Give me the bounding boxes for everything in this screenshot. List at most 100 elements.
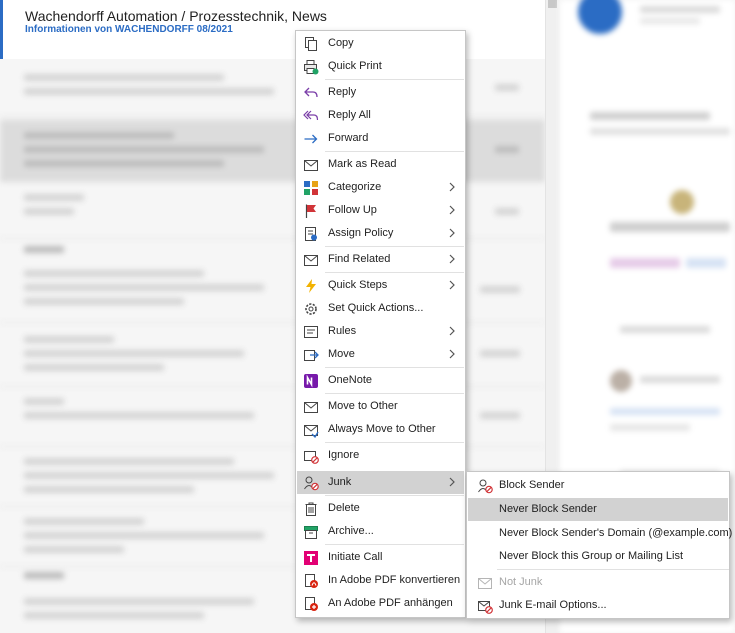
menu-item-archive[interactable]: Archive... — [297, 520, 464, 543]
menu-item-label: Copy — [328, 37, 354, 49]
menu-item-forward[interactable]: Forward — [297, 127, 464, 150]
menu-item-set-quick-actions[interactable]: Set Quick Actions... — [297, 297, 464, 320]
submenu-item-never-block-group[interactable]: Never Block this Group or Mailing List — [468, 545, 728, 568]
scrollbar-thumb[interactable] — [548, 0, 557, 8]
submenu-item-label: Block Sender — [499, 479, 565, 491]
menu-item-label: Delete — [328, 502, 360, 514]
menu-item-label: OneNote — [328, 374, 373, 386]
always-move-to-other-icon — [303, 422, 319, 438]
submenu-item-label: Never Block Sender's Domain (@example.co… — [499, 527, 733, 539]
submenu-item-not-junk: Not Junk — [468, 571, 728, 594]
archive-icon — [303, 524, 319, 540]
menu-item-adobe-pdf-append[interactable]: An Adobe PDF anhängen — [297, 592, 464, 615]
move-icon — [303, 347, 319, 363]
menu-item-label: Move to Other — [328, 400, 398, 412]
menu-item-move-to-other[interactable]: Move to Other — [297, 395, 464, 418]
menu-item-label: Archive... — [328, 525, 374, 537]
submenu-item-label: Junk E-mail Options... — [499, 599, 607, 611]
menu-item-label: Ignore — [328, 449, 360, 461]
menu-item-delete[interactable]: Delete — [297, 497, 464, 520]
not-junk-icon — [477, 575, 493, 591]
menu-item-label: Rules — [328, 325, 357, 337]
mark-as-read-icon — [303, 157, 319, 173]
menu-item-move[interactable]: Move — [297, 343, 464, 366]
menu-item-label: Quick Steps — [328, 279, 388, 291]
adobe-pdf-append-icon — [303, 596, 319, 612]
submenu-item-junk-email-options[interactable]: Junk E-mail Options... — [468, 594, 728, 617]
menu-item-label: Quick Print — [328, 60, 382, 72]
submenu-item-block-sender[interactable]: Block Sender — [468, 474, 728, 497]
junk-submenu: Block Sender Never Block Sender Never Bl… — [466, 471, 732, 619]
menu-item-ignore[interactable]: Ignore — [297, 444, 464, 467]
menu-item-quick-steps[interactable]: Quick Steps — [297, 274, 464, 297]
rules-icon — [303, 324, 319, 340]
menu-item-label: Set Quick Actions... — [328, 302, 424, 314]
find-related-icon — [303, 252, 319, 268]
menu-item-label: Forward — [328, 132, 369, 144]
menu-item-quick-print[interactable]: Quick Print — [297, 55, 464, 78]
submenu-chevron-icon — [449, 228, 455, 238]
submenu-chevron-icon — [449, 349, 455, 359]
submenu-chevron-icon — [449, 254, 455, 264]
delete-icon — [303, 501, 319, 517]
menu-item-assign-policy[interactable]: Assign Policy — [297, 222, 464, 245]
menu-item-label: Assign Policy — [328, 227, 394, 239]
menu-item-find-related[interactable]: Find Related — [297, 248, 464, 271]
menu-item-onenote[interactable]: OneNote — [297, 369, 464, 392]
submenu-chevron-icon — [449, 182, 455, 192]
menu-item-rules[interactable]: Rules — [297, 320, 464, 343]
submenu-item-label: Not Junk — [499, 576, 543, 588]
menu-item-label: Reply — [328, 86, 357, 98]
reply-all-icon — [303, 108, 319, 124]
ignore-icon — [303, 448, 319, 464]
menu-item-categorize[interactable]: Categorize — [297, 176, 464, 199]
menu-item-junk[interactable]: Junk — [297, 471, 464, 494]
reply-icon — [303, 85, 319, 101]
menu-item-label: Move — [328, 348, 355, 360]
menu-item-label: Always Move to Other — [328, 423, 436, 435]
quick-print-icon — [303, 59, 319, 75]
message-subject: Informationen von WACHENDORFF 08/2021 — [25, 24, 233, 35]
menu-item-label: Reply All — [328, 109, 371, 121]
settings-gear-icon — [303, 301, 319, 317]
message-sender: Wachendorff Automation / Prozesstechnik,… — [25, 8, 327, 24]
junk-options-icon — [477, 598, 493, 614]
menu-item-label: Categorize — [328, 181, 382, 193]
junk-icon — [303, 475, 319, 491]
menu-item-always-move-to-other[interactable]: Always Move to Other — [297, 418, 464, 441]
submenu-item-never-block-sender[interactable]: Never Block Sender — [468, 498, 728, 521]
move-to-other-icon — [303, 399, 319, 415]
menu-item-initiate-call[interactable]: Initiate Call — [297, 546, 464, 569]
categorize-icon — [303, 180, 319, 196]
menu-item-label: Junk — [328, 476, 352, 488]
menu-item-copy[interactable]: Copy — [297, 32, 464, 55]
menu-item-label: An Adobe PDF anhängen — [328, 597, 453, 609]
menu-item-reply-all[interactable]: Reply All — [297, 104, 464, 127]
follow-up-flag-icon — [303, 203, 319, 219]
submenu-item-label: Never Block Sender — [499, 503, 597, 515]
menu-item-follow-up[interactable]: Follow Up — [297, 199, 464, 222]
menu-item-mark-as-read[interactable]: Mark as Read — [297, 153, 464, 176]
block-sender-icon — [477, 478, 493, 494]
quick-steps-lightning-icon — [303, 278, 319, 294]
submenu-chevron-icon — [449, 326, 455, 336]
submenu-item-never-block-domain[interactable]: Never Block Sender's Domain (@example.co… — [468, 522, 732, 545]
message-context-menu: Copy Quick Print Reply Reply All Forward… — [295, 30, 466, 618]
submenu-item-label: Never Block this Group or Mailing List — [499, 550, 684, 562]
menu-item-reply[interactable]: Reply — [297, 81, 464, 104]
menu-item-adobe-pdf-convert[interactable]: In Adobe PDF konvertieren — [297, 569, 464, 592]
menu-item-label: Find Related — [328, 253, 391, 265]
menu-item-label: Mark as Read — [328, 158, 397, 170]
adobe-pdf-convert-icon — [303, 573, 319, 589]
forward-icon — [303, 131, 319, 147]
copy-icon — [303, 36, 319, 52]
menu-item-label: In Adobe PDF konvertieren — [328, 574, 461, 586]
telekom-call-icon — [303, 550, 319, 566]
submenu-chevron-icon — [449, 477, 455, 487]
assign-policy-icon — [303, 226, 319, 242]
submenu-chevron-icon — [449, 280, 455, 290]
menu-item-label: Follow Up — [328, 204, 377, 216]
onenote-icon — [303, 373, 319, 389]
submenu-chevron-icon — [449, 205, 455, 215]
menu-item-label: Initiate Call — [328, 551, 383, 563]
